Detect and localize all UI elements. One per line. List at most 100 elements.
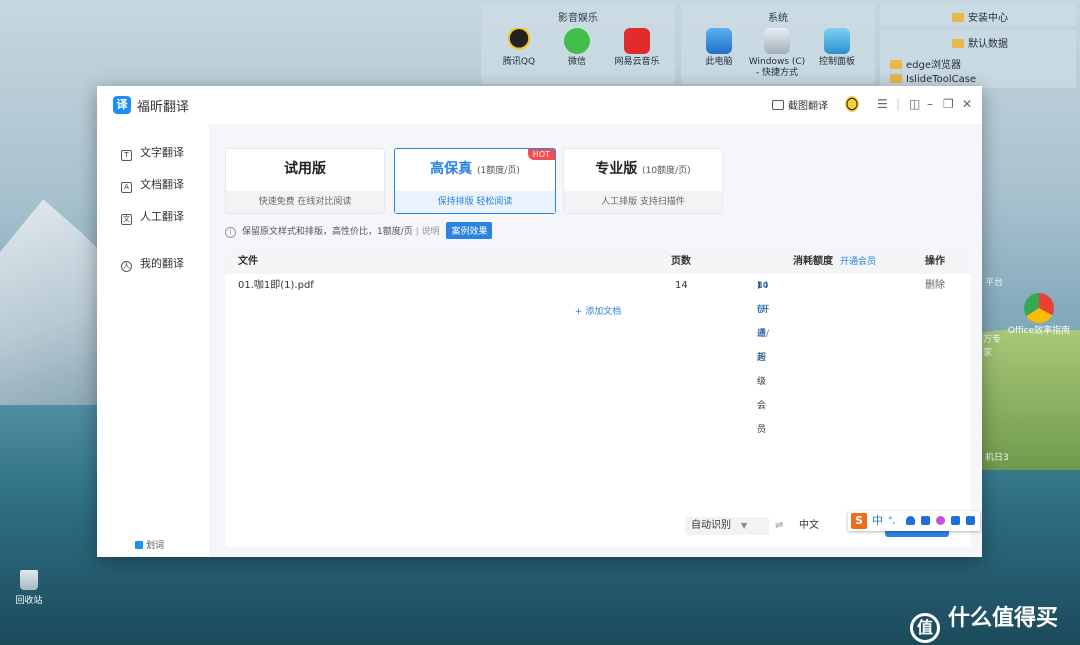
chevron-down-icon: ▼ bbox=[741, 521, 748, 530]
page-count: 14 bbox=[675, 280, 688, 291]
plan-subtitle: 人工排版 支持扫描件 bbox=[564, 191, 722, 213]
human-translate-icon: 文 bbox=[121, 214, 132, 225]
desktop-icon-control-panel[interactable]: 控制面板 bbox=[807, 28, 867, 68]
source-language-select[interactable]: 自动识别 ▼ bbox=[685, 517, 769, 535]
desktop-icon-netease-music[interactable]: 网易云音乐 bbox=[607, 28, 667, 68]
text-icon: T bbox=[121, 150, 132, 161]
skin-icon[interactable] bbox=[936, 516, 945, 525]
minimize-to-tray-icon[interactable]: ◫ bbox=[909, 98, 920, 110]
avatar[interactable] bbox=[845, 96, 859, 112]
menu-icon[interactable]: ☰ bbox=[877, 98, 888, 110]
restore-icon[interactable]: ❐ bbox=[943, 98, 954, 110]
desktop-icon-label: 微信 bbox=[567, 57, 586, 67]
folder-edge[interactable]: edge浏览器 bbox=[890, 56, 961, 71]
install-center[interactable]: 安装中心 bbox=[952, 9, 1008, 24]
sidebar-item-label: 人工翻译 bbox=[140, 210, 184, 223]
app-logo-icon: 译 bbox=[113, 96, 131, 114]
keyboard-icon[interactable] bbox=[921, 516, 930, 525]
netease-music-icon bbox=[624, 28, 650, 54]
ime-mode-toggle[interactable]: 中 bbox=[872, 513, 883, 529]
recycle-bin-icon bbox=[20, 570, 38, 590]
folder-islide[interactable]: IslideToolCase bbox=[890, 74, 976, 85]
qq-icon bbox=[506, 28, 532, 54]
desktop-label-expert: 万专 家 bbox=[983, 335, 1002, 358]
screenshot-translate-button[interactable]: 截图翻译 bbox=[772, 97, 828, 112]
sidebar-item-label: 文档翻译 bbox=[140, 178, 184, 191]
sidebar-item-label: 我的翻译 bbox=[140, 257, 184, 270]
desktop-group-install: 安装中心 bbox=[880, 4, 1076, 26]
drive-icon bbox=[764, 28, 790, 54]
desktop-icon-label: 腾讯QQ bbox=[502, 57, 536, 67]
sidebar-item-label: 文字翻译 bbox=[140, 146, 184, 159]
desktop-icon-this-pc[interactable]: 此电脑 bbox=[689, 28, 749, 68]
watermark: 值什么值得买 bbox=[910, 600, 1058, 643]
sidebar-item-doc-translate[interactable]: A 文档翻译 bbox=[121, 176, 184, 193]
desktop-icon-wechat[interactable]: 微信 bbox=[547, 28, 607, 68]
toolbox-icon[interactable] bbox=[966, 516, 975, 525]
desktop-icon-label: 此电脑 bbox=[705, 57, 733, 67]
swap-languages-icon[interactable]: ⇌ bbox=[775, 517, 783, 535]
folder-icon bbox=[890, 74, 902, 83]
control-panel-icon bbox=[824, 28, 850, 54]
case-effect-button[interactable]: 案例效果 bbox=[446, 222, 493, 239]
add-document-button[interactable]: + 添加文档 bbox=[225, 304, 971, 317]
word-select-toggle[interactable]: 划词 bbox=[135, 538, 164, 551]
user-icon: 人 bbox=[121, 261, 132, 272]
folder-icon bbox=[952, 13, 964, 22]
desktop-icon-label: Windows (C) - 快捷方式 bbox=[748, 57, 806, 78]
desktop-icon-office-guide[interactable]: Office效率指南 bbox=[1006, 293, 1072, 337]
computer-icon bbox=[706, 28, 732, 54]
plan-title: 高保真 (1额度/页) bbox=[430, 161, 520, 177]
desktop-icon-qq[interactable]: 腾讯QQ bbox=[489, 28, 549, 68]
desktop-group-default-data: 默认数据 edge浏览器 IslideToolCase bbox=[880, 30, 1076, 88]
sogou-logo-icon[interactable]: S bbox=[851, 513, 867, 529]
plan-subtitle: 快速免费 在线对比阅读 bbox=[226, 191, 384, 213]
watermark-logo-icon: 值 bbox=[910, 613, 940, 643]
app-window: 译 福昕翻译 截图翻译 ☰ | ◫ – ❐ ✕ T 文字翻译 A 文档翻译 文人工翻… bbox=[97, 86, 982, 557]
close-icon[interactable]: ✕ bbox=[962, 98, 972, 110]
info-icon: i bbox=[225, 227, 236, 238]
ime-punct-toggle[interactable]: °, bbox=[888, 513, 895, 529]
wechat-icon bbox=[564, 28, 590, 54]
desktop-icon-windows-c[interactable]: Windows (C) - 快捷方式 bbox=[747, 28, 807, 79]
ime-toolbar: S 中 °, bbox=[848, 511, 980, 531]
microphone-icon[interactable] bbox=[906, 516, 915, 525]
sidebar-item-my-translations[interactable]: 人我的翻译 bbox=[121, 255, 184, 272]
checkbox-checked-icon bbox=[135, 541, 143, 549]
group-title: 影音娱乐 bbox=[558, 13, 598, 24]
desktop-icon-label: 控制面板 bbox=[818, 57, 855, 67]
gamepad-icon[interactable] bbox=[951, 516, 960, 525]
folder-icon bbox=[952, 39, 964, 48]
table-header: 文件 页数 消耗额度 开通会员 操作 bbox=[225, 250, 971, 274]
plan-card-hifi[interactable]: HOT 高保真 (1额度/页) 保持排版 轻松阅读 bbox=[394, 148, 556, 214]
delete-button[interactable]: 删除 bbox=[925, 274, 945, 298]
sidebar-item-text-translate[interactable]: T 文字翻译 bbox=[121, 144, 184, 161]
plan-card-pro[interactable]: 专业版 (10额度/页) 人工排版 支持扫描件 bbox=[563, 148, 723, 214]
col-cost: 消耗额度 bbox=[793, 256, 833, 267]
minimize-icon[interactable]: – bbox=[927, 98, 933, 110]
desktop-group-media: 影音娱乐 腾讯QQ 微信 网易云音乐 bbox=[481, 4, 675, 84]
app-title: 福昕翻译 bbox=[137, 100, 190, 115]
plan-title: 专业版 (10额度/页) bbox=[595, 161, 691, 177]
desktop-icon-label: 网易云音乐 bbox=[614, 57, 660, 67]
desktop-label-platform: 平台 bbox=[985, 278, 1004, 288]
target-language-select[interactable]: 中文 bbox=[793, 517, 855, 535]
separator: | bbox=[896, 97, 901, 111]
desktop-icon-recycle-bin[interactable]: 回收站 bbox=[10, 570, 48, 606]
desktop-icon-label: 回收站 bbox=[15, 596, 43, 606]
col-pages: 页数 bbox=[671, 256, 691, 267]
file-name: 01.咖1即(1).pdf bbox=[238, 280, 314, 291]
open-membership-link[interactable]: 开通会员 bbox=[840, 250, 876, 274]
main-content: 试用版 快速免费 在线对比阅读 HOT 高保真 (1额度/页) 保持排版 轻松阅… bbox=[209, 124, 982, 557]
col-file: 文件 bbox=[238, 256, 258, 267]
title-bar: 译 福昕翻译 截图翻译 ☰ | ◫ – ❐ ✕ bbox=[97, 86, 982, 124]
chrome-icon bbox=[1024, 293, 1054, 323]
plan-note: i 保留原文样式和排版，高性价比，1额度/页 | 说明 案例效果 bbox=[225, 222, 493, 239]
group-title: 系统 bbox=[768, 13, 788, 24]
explain-link[interactable]: 说明 bbox=[422, 227, 440, 237]
plan-subtitle: 保持排版 轻松阅读 bbox=[395, 191, 555, 213]
default-data[interactable]: 默认数据 bbox=[952, 35, 1008, 50]
plan-card-trial[interactable]: 试用版 快速免费 在线对比阅读 bbox=[225, 148, 385, 214]
sidebar-item-human-translate[interactable]: 文人工翻译 bbox=[121, 208, 184, 225]
folder-icon bbox=[890, 60, 902, 69]
